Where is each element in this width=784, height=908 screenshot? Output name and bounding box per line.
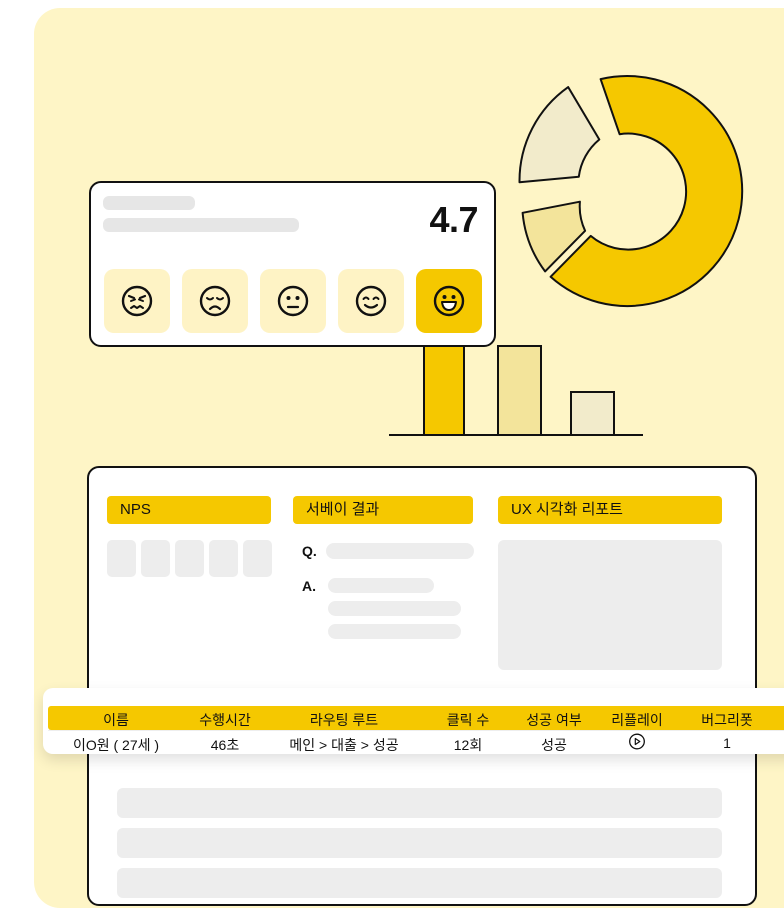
rating-score: 4.7 bbox=[429, 199, 478, 240]
ux-report-section-title: UX 시각화 리포트 bbox=[498, 496, 722, 524]
nps-placeholder bbox=[175, 540, 204, 577]
grin-face-icon bbox=[433, 285, 465, 317]
header-name: 이름 bbox=[103, 712, 129, 728]
header-route: 라우팅 루트 bbox=[309, 712, 379, 728]
rating-option-2[interactable] bbox=[182, 269, 248, 333]
donut-chart-graphic bbox=[518, 74, 744, 307]
cell-duration: 46초 bbox=[210, 737, 240, 753]
deco-bar-3 bbox=[570, 391, 615, 436]
angry-face-icon bbox=[121, 285, 153, 317]
header-success: 성공 여부 bbox=[526, 712, 582, 728]
table-header bbox=[48, 706, 784, 730]
ux-report-placeholder bbox=[498, 540, 722, 670]
rating-option-5-selected[interactable] bbox=[416, 269, 482, 333]
cell-bug-report: 1 bbox=[723, 735, 731, 751]
nps-placeholder bbox=[141, 540, 170, 577]
answer-label: A. bbox=[302, 578, 316, 594]
donut-segment-small bbox=[518, 86, 601, 184]
row-divider bbox=[48, 730, 784, 731]
rating-option-4[interactable] bbox=[338, 269, 404, 333]
deco-bar-2 bbox=[497, 345, 542, 436]
sad-face-icon bbox=[199, 285, 231, 317]
rating-option-1[interactable] bbox=[104, 269, 170, 333]
results-table: 이름 수행시간 라우팅 루트 클릭 수 성공 여부 리플레이 버그리폿 이O원 … bbox=[43, 688, 784, 754]
header-clicks: 클릭 수 bbox=[446, 712, 490, 728]
header-bug-report: 버그리폿 bbox=[701, 712, 753, 728]
skeleton-line bbox=[103, 218, 299, 232]
answer-placeholder bbox=[328, 578, 434, 593]
list-placeholder bbox=[117, 828, 722, 858]
answer-placeholder bbox=[328, 624, 461, 639]
rating-card: 4.7 bbox=[89, 181, 496, 347]
rating-option-3[interactable] bbox=[260, 269, 326, 333]
neutral-face-icon bbox=[277, 285, 309, 317]
smile-face-icon bbox=[355, 285, 387, 317]
skeleton-line bbox=[103, 196, 195, 210]
nps-placeholder bbox=[243, 540, 272, 577]
header-duration: 수행시간 bbox=[199, 712, 251, 728]
header-replay: 리플레이 bbox=[611, 712, 663, 728]
nps-placeholder bbox=[107, 540, 136, 577]
bar-chart-graphic bbox=[389, 344, 643, 436]
nps-placeholder bbox=[209, 540, 238, 577]
question-placeholder bbox=[326, 543, 474, 559]
survey-section-title: 서베이 결과 bbox=[293, 496, 473, 524]
list-placeholder bbox=[117, 788, 722, 818]
answer-placeholder bbox=[328, 601, 461, 616]
list-placeholder bbox=[117, 868, 722, 898]
cell-route: 메인 > 대출 > 성공 bbox=[289, 737, 399, 753]
play-circle-icon[interactable] bbox=[629, 733, 646, 750]
deco-bar-1 bbox=[423, 344, 465, 436]
cell-success: 성공 bbox=[541, 737, 567, 753]
question-label: Q. bbox=[302, 543, 317, 559]
nps-section-title: NPS bbox=[107, 496, 271, 524]
cell-name: 이O원 ( 27세 ) bbox=[72, 737, 160, 753]
cell-clicks: 12회 bbox=[453, 737, 483, 753]
